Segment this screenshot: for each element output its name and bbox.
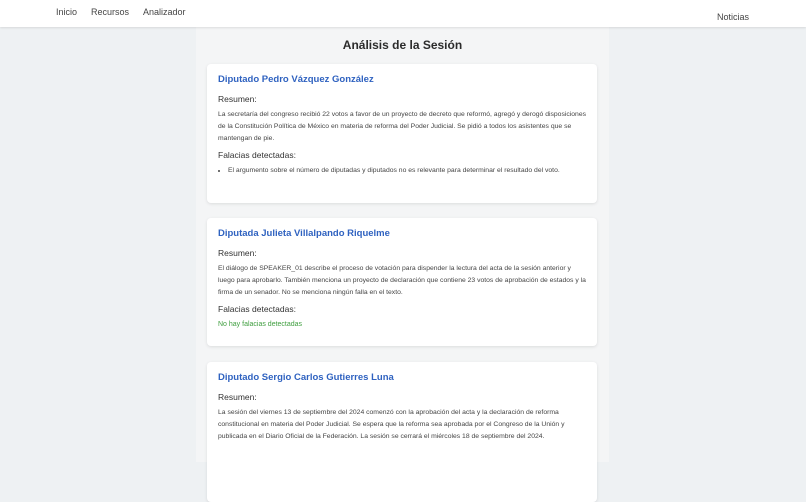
summary-label: Resumen: <box>218 94 257 104</box>
fallacy-item: El argumento sobre el número de diputada… <box>228 165 586 177</box>
fallacies-label: Falacias detectadas: <box>218 304 296 315</box>
speaker-name: Diputada Julieta Villalpando Riquelme <box>218 228 390 239</box>
nav-left-group: Inicio Recursos Analizador <box>56 7 186 17</box>
fallacies-label: Falacias detectadas: <box>218 150 296 161</box>
analysis-panel: Análisis de la Sesión Diputado Pedro Váz… <box>196 27 609 502</box>
speaker-name: Diputado Sergio Carlos Gutierres Luna <box>218 372 394 383</box>
fallacy-list: El argumento sobre el número de diputada… <box>218 165 586 177</box>
summary-label: Resumen: <box>218 248 257 258</box>
summary-text: El diálogo de SPEAKER_01 describe el pro… <box>218 265 586 296</box>
page-title: Análisis de la Sesión <box>342 38 463 52</box>
nav-right-group: Noticias <box>717 7 749 25</box>
summary-text: La sesión del viernes 13 de septiembre d… <box>218 409 565 440</box>
speaker-name: Diputado Pedro Vázquez González <box>218 74 374 85</box>
no-fallacies-text: No hay falacias detectadas <box>218 321 303 329</box>
nav-link-noticias[interactable]: Noticias <box>717 12 749 22</box>
summary-label: Resumen: <box>218 392 257 402</box>
top-navbar: Inicio Recursos Analizador Noticias <box>0 0 806 27</box>
nav-link-inicio[interactable]: Inicio <box>56 7 77 17</box>
nav-link-recursos[interactable]: Recursos <box>91 7 129 17</box>
nav-link-analizador[interactable]: Analizador <box>143 7 186 17</box>
speaker-card: Diputado Sergio Carlos Gutierres Luna Re… <box>207 362 597 502</box>
speaker-card: Diputada Julieta Villalpando Riquelme Re… <box>207 218 597 346</box>
summary-text: La secretaría del congreso recibió 22 vo… <box>218 111 587 142</box>
speaker-card: Diputado Pedro Vázquez González Resumen:… <box>207 64 597 203</box>
